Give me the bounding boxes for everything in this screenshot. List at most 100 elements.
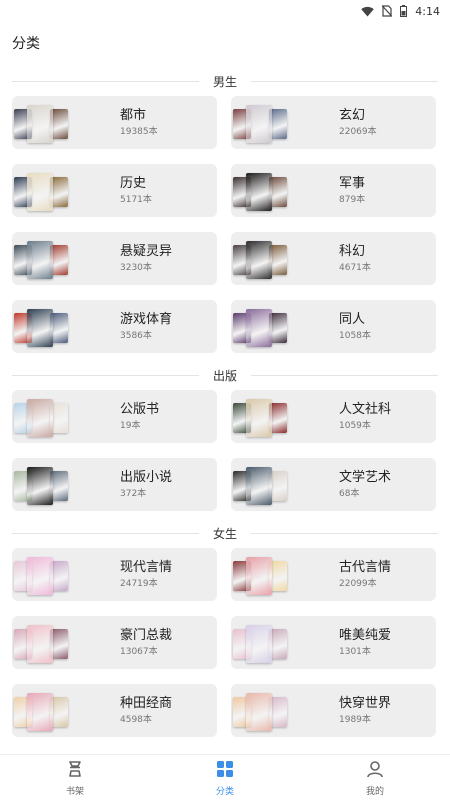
- book-covers: [231, 458, 339, 511]
- book-covers: [231, 616, 339, 669]
- book-covers: [231, 164, 339, 217]
- category-card[interactable]: 历史 5171本: [12, 164, 217, 217]
- divider-line: [251, 532, 439, 534]
- category-name: 现代言情: [120, 560, 173, 575]
- category-name: 玄幻: [339, 108, 366, 123]
- category-info: 公版书 19本: [120, 401, 159, 432]
- book-count: 19385本: [120, 127, 158, 137]
- category-info: 同人 1058本: [339, 311, 371, 342]
- category-info: 人文社科 1059本: [339, 401, 391, 432]
- tab-label: 书架: [65, 786, 84, 797]
- category-card[interactable]: 古代言情 22099本: [231, 548, 436, 601]
- divider-line: [251, 80, 439, 82]
- category-card[interactable]: 同人 1058本: [231, 300, 436, 353]
- category-name: 豪门总裁: [120, 628, 173, 643]
- book-covers: [12, 96, 120, 149]
- category-info: 豪门总裁 13067本: [120, 627, 172, 658]
- book-count: 1059本: [339, 421, 371, 431]
- category-name: 悬疑灵异: [120, 244, 173, 259]
- book-count: 1058本: [339, 331, 371, 341]
- book-count: 372本: [120, 489, 147, 499]
- category-grid: 现代言情 24719本 古代言情 22099本豪门总裁 13067本 唯美纯爱 1301本种…: [0, 548, 450, 737]
- book-cover-image: [27, 173, 53, 211]
- category-card[interactable]: 种田经商 4598本: [12, 684, 217, 737]
- section-header: 女生: [0, 518, 450, 548]
- book-cover-image: [27, 467, 53, 505]
- category-info: 种田经商 4598本: [120, 695, 172, 726]
- book-count: 3586本: [120, 331, 152, 341]
- book-count: 24719本: [120, 579, 158, 589]
- book-cover-image: [27, 105, 53, 143]
- category-card[interactable]: 悬疑灵异 3230本: [12, 232, 217, 285]
- book-covers: [12, 232, 120, 285]
- divider-line: [12, 532, 199, 534]
- category-section: 男生都市 19385本 玄幻 22069本历史 5171本 军事 879本 悬疑灵异 3230本…: [0, 66, 450, 353]
- category-card[interactable]: 现代言情 24719本: [12, 548, 217, 601]
- category-name: 文学艺术: [339, 470, 392, 485]
- section-title: 出版: [213, 368, 238, 383]
- category-card[interactable]: 玄幻 22069本: [231, 96, 436, 149]
- book-cover-image: [246, 557, 272, 595]
- category-info: 唯美纯爱 1301本: [339, 627, 391, 658]
- book-cover-image: [27, 241, 53, 279]
- category-card[interactable]: 公版书 19本: [12, 390, 217, 443]
- category-info: 快穿世界 1989本: [339, 695, 391, 726]
- book-cover-image: [27, 693, 53, 731]
- tab-profile[interactable]: 我的: [300, 755, 450, 800]
- book-cover-image: [246, 309, 272, 347]
- section-title: 男生: [213, 74, 238, 89]
- category-name: 出版小说: [120, 470, 173, 485]
- book-cover-image: [246, 105, 272, 143]
- book-cover-image: [246, 693, 272, 731]
- category-card[interactable]: 科幻 4671本: [231, 232, 436, 285]
- status-bar: 4:14: [0, 0, 450, 22]
- book-covers: [12, 616, 120, 669]
- category-card[interactable]: 唯美纯爱 1301本: [231, 616, 436, 669]
- wifi-icon: [361, 6, 374, 16]
- book-count: 4598本: [120, 715, 152, 725]
- book-count: 879本: [339, 195, 366, 205]
- tab-label: 分类: [215, 786, 234, 797]
- divider-line: [12, 374, 199, 376]
- book-count: 5171本: [120, 195, 152, 205]
- category-grid: 都市 19385本 玄幻 22069本历史 5171本 军事 879本 悬疑灵异 3230本 科幻…: [0, 96, 450, 353]
- page-title: 分类: [12, 36, 40, 52]
- book-covers: [12, 300, 120, 353]
- tab-category[interactable]: 分类: [150, 755, 300, 800]
- category-card[interactable]: 快穿世界 1989本: [231, 684, 436, 737]
- category-info: 文学艺术 68本: [339, 469, 391, 500]
- category-card[interactable]: 游戏体育 3586本: [12, 300, 217, 353]
- status-time: 4:14: [415, 4, 440, 18]
- book-covers: [12, 458, 120, 511]
- tab-label: 我的: [365, 786, 384, 797]
- category-name: 快穿世界: [339, 696, 392, 711]
- book-count: 1301本: [339, 647, 371, 657]
- book-covers: [12, 548, 120, 601]
- category-list[interactable]: 男生都市 19385本 玄幻 22069本历史 5171本 军事 879本 悬疑灵异 3230本…: [0, 66, 450, 754]
- book-cover-image: [27, 625, 53, 663]
- category-card[interactable]: 人文社科 1059本: [231, 390, 436, 443]
- book-count: 68本: [339, 489, 360, 499]
- divider-line: [12, 80, 199, 82]
- book-covers: [231, 300, 339, 353]
- category-card[interactable]: 文学艺术 68本: [231, 458, 436, 511]
- category-card[interactable]: 军事 879本: [231, 164, 436, 217]
- category-info: 都市 19385本: [120, 107, 158, 138]
- category-name: 游戏体育: [120, 312, 173, 327]
- book-cover-image: [27, 399, 53, 437]
- category-card[interactable]: 出版小说 372本: [12, 458, 217, 511]
- bookshelf-icon: [65, 759, 85, 783]
- category-info: 出版小说 372本: [120, 469, 172, 500]
- book-count: 19本: [120, 421, 141, 431]
- category-icon: [215, 759, 235, 783]
- category-card[interactable]: 豪门总裁 13067本: [12, 616, 217, 669]
- book-covers: [231, 96, 339, 149]
- tab-bookshelf[interactable]: 书架: [0, 755, 150, 800]
- category-info: 历史 5171本: [120, 175, 152, 206]
- category-info: 玄幻 22069本: [339, 107, 377, 138]
- battery-icon: [400, 5, 408, 17]
- category-name: 古代言情: [339, 560, 392, 575]
- book-cover-image: [27, 309, 53, 347]
- category-card[interactable]: 都市 19385本: [12, 96, 217, 149]
- book-count: 13067本: [120, 647, 158, 657]
